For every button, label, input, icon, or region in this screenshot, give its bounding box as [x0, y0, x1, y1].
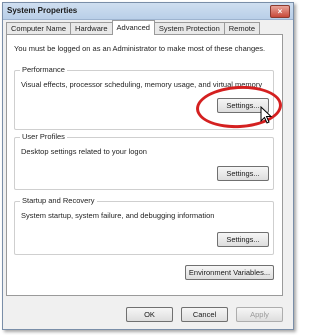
user-profiles-description: Desktop settings related to your logon	[21, 147, 147, 156]
user-profiles-settings-button[interactable]: Settings...	[217, 166, 269, 181]
performance-title: Performance	[20, 65, 67, 74]
user-profiles-title: User Profiles	[20, 132, 67, 141]
tab-strip: Computer Name Hardware Advanced System P…	[6, 20, 261, 35]
title-bar[interactable]: System Properties ×	[3, 3, 293, 20]
tab-advanced[interactable]: Advanced	[111, 20, 155, 35]
apply-button[interactable]: Apply	[236, 307, 283, 322]
startup-recovery-title: Startup and Recovery	[20, 196, 97, 205]
admin-notice: You must be logged on as an Administrato…	[14, 44, 266, 53]
startup-recovery-settings-button[interactable]: Settings...	[217, 232, 269, 247]
window-title: System Properties	[7, 6, 78, 15]
mouse-pointer-icon	[260, 106, 273, 124]
startup-recovery-group: Startup and Recovery System startup, sys…	[14, 196, 274, 255]
cancel-button[interactable]: Cancel	[181, 307, 228, 322]
environment-variables-button[interactable]: Environment Variables...	[185, 265, 274, 280]
startup-recovery-description: System startup, system failure, and debu…	[21, 211, 215, 220]
close-icon[interactable]: ×	[270, 5, 290, 18]
user-profiles-group: User Profiles Desktop settings related t…	[14, 132, 274, 190]
ok-button[interactable]: OK	[126, 307, 173, 322]
